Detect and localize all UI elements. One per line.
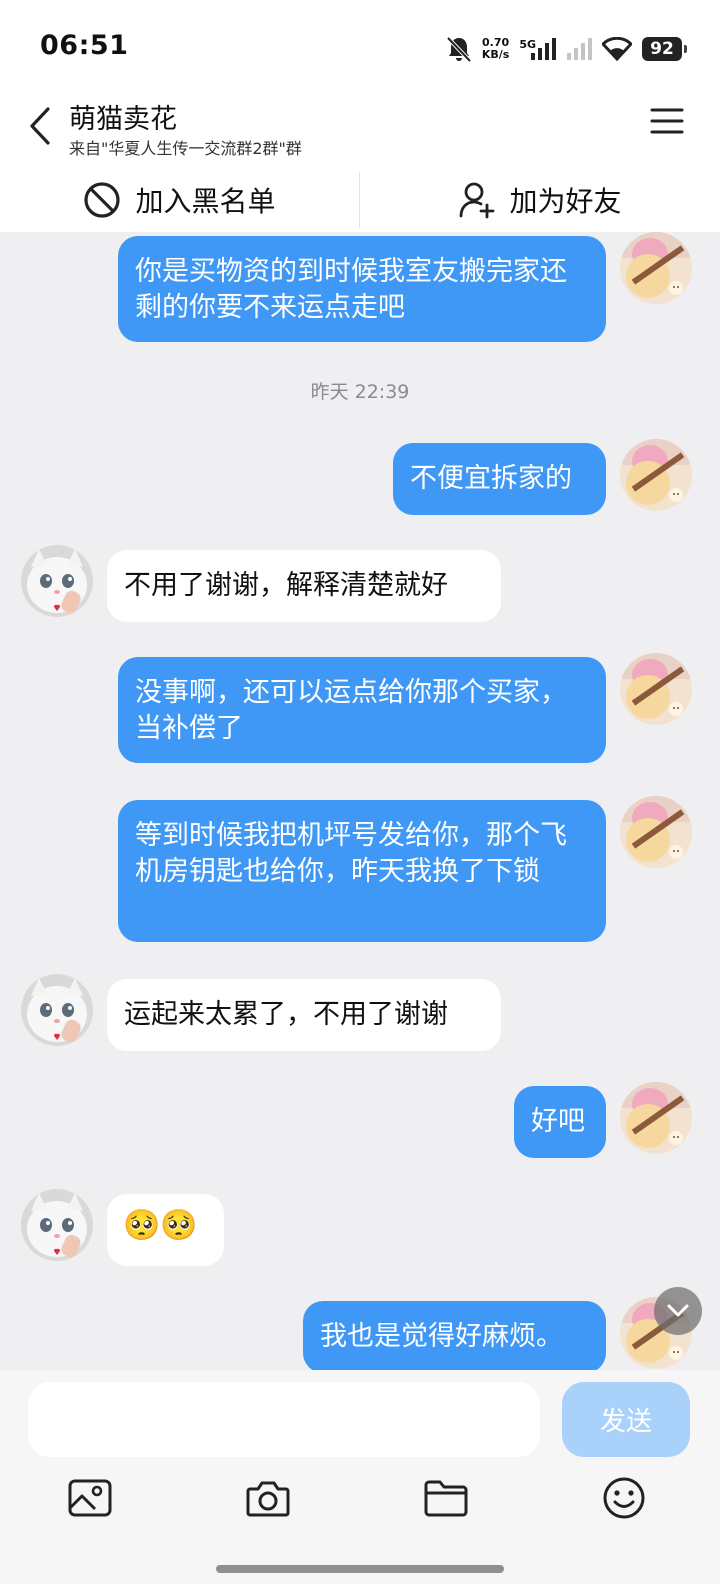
camera-button[interactable] (236, 1466, 300, 1530)
emoji-button[interactable] (592, 1466, 656, 1530)
folder-icon (424, 1480, 468, 1517)
message-bubble-received[interactable]: 运起来太累了，不用了谢谢 (107, 979, 501, 1051)
message-input[interactable] (28, 1382, 540, 1457)
menu-icon (650, 108, 684, 134)
back-button[interactable] (22, 104, 58, 148)
chat-header: 萌猫卖花 来自"华夏人生传一交流群2群"群 (0, 92, 720, 166)
emoji-message[interactable]: 🥺🥺 (107, 1194, 224, 1266)
action-divider (359, 172, 360, 228)
file-button[interactable] (414, 1466, 478, 1530)
add-friend-button[interactable]: 加为好友 (361, 168, 720, 232)
message-bubble-sent[interactable]: 不便宜拆家的 (393, 443, 606, 515)
bell-off-icon (446, 36, 472, 63)
message-bubble-received[interactable]: 不用了谢谢，解释清楚就好 (107, 550, 501, 622)
avatar-self[interactable] (620, 796, 692, 868)
avatar-self[interactable] (620, 1082, 692, 1154)
wifi-icon (602, 37, 632, 61)
avatar-self[interactable] (620, 653, 692, 725)
emoji-icon (603, 1477, 645, 1519)
message-bubble-sent[interactable]: 你是买物资的到时候我室友搬完家还剩的你要不来运点走吧 (118, 236, 606, 342)
signal-group: 5G (519, 38, 556, 60)
top-area: 06:51 0.70 KB/s 5G 92 萌猫卖花 来自"华夏人生传一交流群2… (0, 0, 720, 232)
chevron-down-icon (667, 1304, 689, 1317)
message-bubble-sent[interactable]: 没事啊，还可以运点给你那个买家，当补偿了 (118, 657, 606, 763)
battery-indicator: 92 (642, 37, 687, 61)
status-bar: 06:51 0.70 KB/s 5G 92 (0, 0, 720, 92)
avatar-self[interactable] (620, 232, 692, 304)
net-speed-unit: KB/s (481, 48, 510, 61)
avatar-cat[interactable] (21, 1189, 93, 1261)
network-type: 5G (519, 38, 536, 51)
image-icon (68, 1479, 112, 1517)
more-menu-button[interactable] (650, 107, 690, 143)
status-time: 06:51 (40, 30, 129, 61)
timestamp: 昨天 22:39 (310, 381, 410, 403)
block-button[interactable]: 加入黑名单 (0, 168, 359, 232)
add-friend-label: 加为好友 (509, 185, 622, 218)
add-user-icon (460, 182, 495, 219)
block-label: 加入黑名单 (135, 185, 276, 218)
signal-weak-icon (567, 38, 592, 60)
camera-icon (246, 1481, 290, 1517)
image-button[interactable] (58, 1466, 122, 1530)
chevron-left-icon (30, 107, 50, 145)
input-panel: 发送 (0, 1370, 720, 1584)
scroll-to-bottom-button[interactable] (654, 1287, 702, 1335)
avatar-cat[interactable] (21, 545, 93, 617)
net-speed: 0.70 KB/s (482, 37, 509, 61)
chat-subtitle: 来自"华夏人生传一交流群2群"群 (69, 139, 302, 158)
send-button[interactable]: 发送 (562, 1382, 690, 1457)
message-bubble-sent[interactable]: 我也是觉得好麻烦。 (303, 1301, 606, 1370)
action-bar: 加入黑名单 加为好友 (0, 168, 720, 232)
avatar-cat[interactable] (21, 974, 93, 1046)
message-bubble-sent[interactable]: 好吧 (514, 1086, 606, 1158)
chat-title: 萌猫卖花 (69, 104, 177, 135)
chat-area[interactable]: 你是买物资的到时候我室友搬完家还剩的你要不来运点走吧 昨天 22:39 不便宜拆… (0, 232, 720, 1370)
avatar-self[interactable] (620, 439, 692, 511)
status-icons: 0.70 KB/s 5G 92 (446, 33, 687, 65)
block-icon (84, 182, 121, 218)
home-indicator (216, 1565, 504, 1573)
message-bubble-sent[interactable]: 等到时候我把机坪号发给你，那个飞机房钥匙也给你，昨天我换了下锁 (118, 800, 606, 942)
